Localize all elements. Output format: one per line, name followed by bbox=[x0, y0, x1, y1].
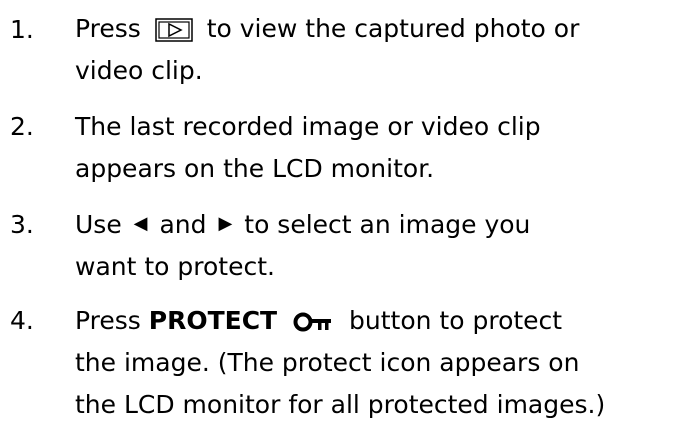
step-1-line-1: Press to view the captured photo or bbox=[75, 14, 579, 44]
step-text: Press bbox=[75, 306, 141, 335]
step-text: Use bbox=[75, 210, 122, 239]
step-number: 4. bbox=[10, 306, 34, 335]
step-3-line-1: Use ◀ and ▶ to select an image you bbox=[75, 210, 530, 241]
instruction-list: 1. Press to view the captured photo or v… bbox=[0, 0, 674, 428]
right-arrow-icon: ▶ bbox=[218, 213, 233, 234]
step-4-line-2: the image. (The protect icon appears on bbox=[75, 348, 580, 377]
step-text: to select an image you bbox=[244, 210, 531, 239]
step-3-line-2: want to protect. bbox=[75, 252, 275, 281]
playback-button-icon bbox=[155, 18, 193, 42]
step-4-line-3: the LCD monitor for all protected images… bbox=[75, 390, 606, 419]
step-number: 3. bbox=[10, 210, 34, 239]
step-4-line-1: Press PROTECT button to protect bbox=[75, 306, 562, 336]
left-arrow-icon: ◀ bbox=[133, 213, 148, 234]
step-text: Press bbox=[75, 14, 141, 43]
step-text: to view the captured photo or bbox=[206, 14, 580, 43]
step-2-line-1: The last recorded image or video clip bbox=[75, 112, 541, 141]
protect-button-label: PROTECT bbox=[148, 306, 278, 335]
step-2-line-2: appears on the LCD monitor. bbox=[75, 154, 435, 183]
step-number: 2. bbox=[10, 112, 34, 141]
step-text: button to protect bbox=[349, 306, 563, 335]
step-number: 1. bbox=[10, 15, 34, 44]
step-1-line-2: video clip. bbox=[75, 56, 203, 85]
protect-key-icon bbox=[293, 311, 333, 333]
step-text: and bbox=[159, 210, 207, 239]
